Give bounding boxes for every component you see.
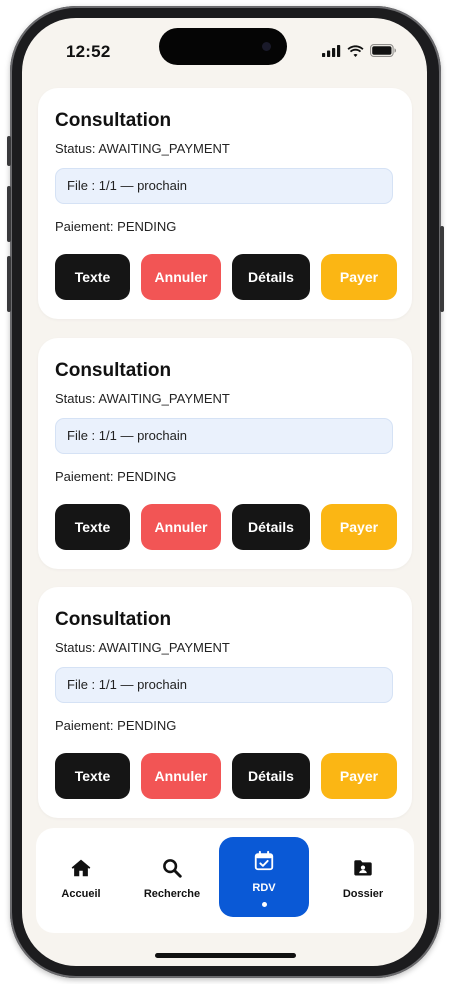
payer-button[interactable]: Payer — [321, 753, 397, 799]
tab-recherche[interactable]: Recherche — [126, 837, 218, 917]
tab-dossier[interactable]: Dossier — [318, 837, 408, 917]
texte-button[interactable]: Texte — [55, 753, 130, 799]
wifi-icon — [347, 44, 364, 57]
details-button[interactable]: Détails — [232, 753, 310, 799]
texte-button[interactable]: Texte — [55, 254, 130, 300]
volume-down-button — [7, 256, 11, 312]
tab-recherche-label: Recherche — [143, 888, 201, 900]
payment-status: Paiement: PENDING — [55, 219, 177, 234]
silent-switch — [7, 136, 11, 166]
tab-dossier-label: Dossier — [342, 888, 384, 900]
tab-accueil-label: Accueil — [61, 888, 101, 900]
card-title: Consultation — [55, 609, 172, 630]
details-button[interactable]: Détails — [232, 504, 310, 550]
queue-info-box: File : 1/1 — prochain — [55, 667, 393, 703]
app-screen: 12:52 Consultation Status: AWAITING_PAYM… — [22, 18, 427, 966]
consultation-card: Consultation Status: AWAITING_PAYMENT Fi… — [38, 88, 412, 319]
annuler-button[interactable]: Annuler — [141, 254, 221, 300]
power-button — [440, 226, 444, 312]
card-status: Status: AWAITING_PAYMENT — [55, 391, 230, 406]
signal-icon — [322, 44, 341, 57]
volume-up-button — [7, 186, 11, 242]
payer-button[interactable]: Payer — [321, 504, 397, 550]
tab-accueil[interactable]: Accueil — [36, 837, 126, 917]
queue-info-box: File : 1/1 — prochain — [55, 418, 393, 454]
card-status: Status: AWAITING_PAYMENT — [55, 640, 230, 655]
battery-icon — [370, 44, 396, 57]
card-title: Consultation — [55, 110, 172, 131]
status-icons — [322, 44, 397, 57]
active-tab-indicator — [261, 902, 267, 907]
card-status: Status: AWAITING_PAYMENT — [55, 141, 230, 156]
texte-button[interactable]: Texte — [55, 504, 130, 550]
front-camera — [262, 42, 271, 51]
queue-info-box: File : 1/1 — prochain — [55, 168, 393, 204]
home-icon — [71, 859, 91, 877]
tab-rdv-label: RDV — [252, 882, 276, 894]
payer-button[interactable]: Payer — [321, 254, 397, 300]
bottom-tab-bar: Accueil Recherche RDV Dossier — [36, 828, 414, 933]
consultation-card: Consultation Status: AWAITING_PAYMENT Fi… — [38, 587, 412, 818]
home-indicator[interactable] — [155, 953, 296, 958]
status-time: 12:52 — [66, 42, 111, 61]
folder-user-icon — [354, 860, 372, 876]
consultation-card: Consultation Status: AWAITING_PAYMENT Fi… — [38, 338, 412, 569]
calendar-check-icon — [254, 850, 274, 871]
payment-status: Paiement: PENDING — [55, 718, 177, 733]
annuler-button[interactable]: Annuler — [141, 504, 221, 550]
card-title: Consultation — [55, 360, 172, 381]
details-button[interactable]: Détails — [232, 254, 310, 300]
tab-rdv[interactable]: RDV — [219, 837, 309, 917]
payment-status: Paiement: PENDING — [55, 469, 177, 484]
dynamic-island — [159, 28, 287, 65]
annuler-button[interactable]: Annuler — [141, 753, 221, 799]
search-icon — [163, 859, 182, 878]
status-bar: 12:52 — [22, 18, 427, 80]
